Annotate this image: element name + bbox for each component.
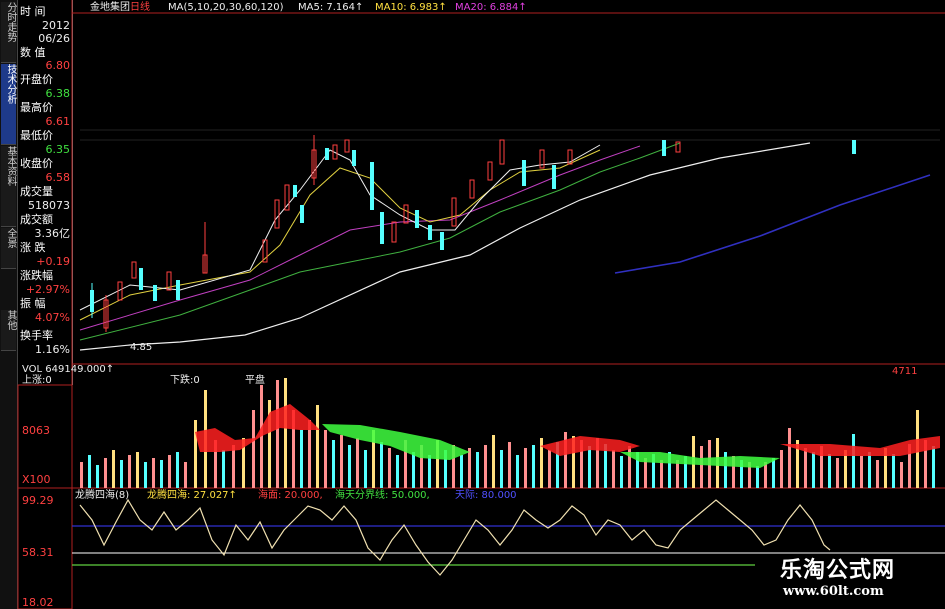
kline-chart [17,0,945,609]
ind-sky-value: 天际: 80.000 [455,490,517,501]
ind-sea-value: 海面: 20.000, [258,490,323,501]
watermark-title: 乐淘公式网 [780,558,896,583]
watermark-url: www.60lt.com [783,584,884,599]
ind-main-value: 龙腾四海: 27.027↑ [147,490,237,501]
price-low-label: 4.85 [130,342,153,353]
candles [90,135,856,332]
ind-boundary-value: 海天分界线: 50.000, [335,490,430,501]
ind-scale-top: 99.29 [22,494,54,507]
ind-name: 龙腾四海(8) [75,490,130,501]
vol-flat: 平盘 [245,375,265,386]
vol-ribbon-green [322,424,470,460]
site-watermark: 乐淘公式网 www.60lt.com [755,550,925,605]
vol-scale-unit: X100 [22,473,51,486]
ma120-line [79,142,811,351]
vol-down: 下跌:0 [170,375,200,386]
vol-up: 上涨:0 [22,375,52,386]
ind-main-line [79,498,831,576]
ind-scale-mid: 58.31 [22,546,54,559]
ma60-line [614,174,931,274]
ind-scale-bottom: 18.02 [22,596,54,609]
vol-right-value: 4711 [892,366,918,377]
vol-scale-mid: 8063 [22,424,50,437]
